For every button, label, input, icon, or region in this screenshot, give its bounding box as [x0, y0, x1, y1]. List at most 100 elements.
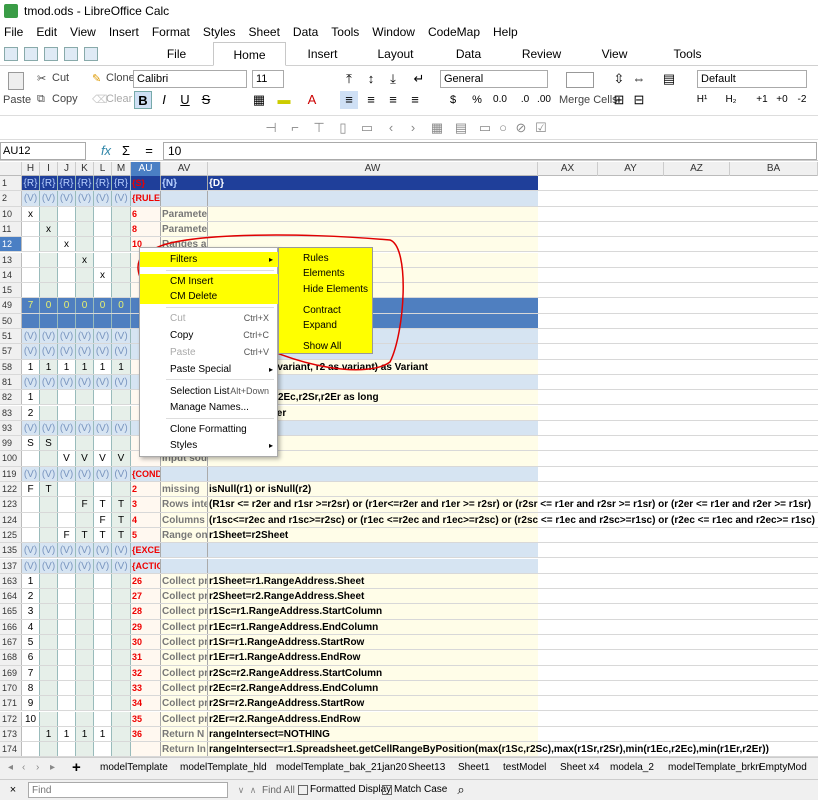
checkbox-icon[interactable]: ☑ [532, 119, 550, 137]
menu-window[interactable]: Window [372, 25, 415, 39]
open-icon[interactable] [24, 46, 38, 61]
row-height-icon[interactable]: ⇳ [610, 70, 628, 88]
paste-button[interactable]: Paste [3, 94, 31, 106]
chart-icon[interactable]: ▦ [428, 119, 446, 137]
bold-button[interactable]: B [134, 91, 152, 109]
align-center-icon[interactable]: ≡ [362, 91, 380, 109]
align-left-icon[interactable]: ≡ [340, 91, 358, 109]
number-format-box[interactable]: General [440, 70, 548, 88]
circle-icon[interactable]: ○ [494, 119, 512, 137]
menu-help[interactable]: Help [493, 25, 518, 39]
redo-icon[interactable] [84, 46, 98, 61]
name-box[interactable]: AU12 [0, 142, 86, 160]
first-sheet-icon[interactable]: ◂ [8, 762, 13, 773]
cut-button[interactable]: Cut [52, 72, 69, 84]
wrap-text-icon[interactable]: ↵ [410, 70, 428, 88]
sheet-tab[interactable]: modelTemplate [100, 762, 168, 773]
conditional-format-icon[interactable]: ▤ [660, 70, 678, 88]
textbox-icon[interactable]: ▯ [334, 119, 352, 137]
tab-view[interactable]: View [578, 42, 651, 66]
find-next-icon[interactable]: ∧ [244, 781, 262, 799]
menu-styles[interactable]: Styles [203, 25, 236, 39]
merge-cells-button[interactable]: Merge Cells [559, 94, 618, 106]
lock-icon[interactable]: ⊘ [512, 119, 530, 137]
menu-edit[interactable]: Edit [36, 25, 57, 39]
context-menu-filters[interactable]: Filters ▸ [140, 252, 279, 267]
align-right-icon[interactable]: ≡ [384, 91, 402, 109]
formula-icon[interactable]: = [140, 142, 158, 160]
submenu-rules[interactable]: Rules [303, 251, 329, 266]
find-all-button[interactable]: Find All [262, 785, 295, 796]
undo-icon[interactable] [64, 46, 78, 61]
delete-decimal-button[interactable]: -2 [790, 91, 814, 109]
paste-icon[interactable] [8, 72, 24, 90]
menu-tools[interactable]: Tools [331, 25, 359, 39]
del-decimal-icon[interactable]: .00 [535, 91, 553, 109]
italic-button[interactable]: I [155, 91, 173, 109]
col-width-icon[interactable]: ⇔ [630, 70, 648, 88]
sheet-tab[interactable]: Sheet x4 [560, 762, 599, 773]
submenu-contract[interactable]: Contract [303, 303, 341, 318]
close-find-icon[interactable]: × [4, 781, 22, 799]
menu-codemap[interactable]: CodeMap [428, 25, 480, 39]
menu-insert[interactable]: Insert [109, 25, 139, 39]
menu-file[interactable]: File [4, 25, 23, 39]
rect-icon[interactable]: ▭ [476, 119, 494, 137]
borders-icon[interactable]: ▦ [250, 91, 268, 109]
function-wizard-icon[interactable]: fx [97, 142, 115, 160]
font-name-box[interactable]: Calibri [133, 70, 247, 88]
font-color-icon[interactable]: A [303, 91, 321, 109]
save-icon[interactable] [44, 46, 58, 61]
align-top-icon[interactable]: ⤒ [340, 70, 358, 88]
decimal-button[interactable]: 0.0 [488, 91, 512, 109]
context-menu-copy[interactable]: Copy Ctrl+C [140, 328, 279, 343]
context-menu-cm-delete[interactable]: CM Delete [140, 289, 279, 304]
tab-file[interactable]: File [140, 42, 213, 66]
justify-icon[interactable]: ≡ [406, 91, 424, 109]
anchor-icon[interactable]: ⊤ [310, 119, 328, 137]
spreadsheet-grid[interactable]: H I J K L M AU AV AW AX AY AZ BA 1 {R} {R} {R} {R} {R} {R}… [0, 162, 818, 757]
context-menu-paste-special[interactable]: Paste Special ▸ [140, 362, 279, 377]
align-middle-icon[interactable]: ↕ [362, 70, 380, 88]
sheet-tab[interactable]: modela_2 [610, 762, 654, 773]
submenu-hide-elements[interactable]: Hide Elements [303, 282, 368, 297]
tab-data[interactable]: Data [432, 42, 505, 66]
menu-view[interactable]: View [70, 25, 96, 39]
find-replace-icon[interactable]: ⌕ [452, 781, 470, 799]
strikethrough-button[interactable]: S [197, 91, 215, 109]
image-icon[interactable]: ▭ [358, 119, 376, 137]
tab-tools[interactable]: Tools [651, 42, 724, 66]
submenu-elements[interactable]: Elements [303, 266, 345, 281]
delete-rows-icon[interactable]: ⊟ [630, 91, 648, 109]
tab-insert[interactable]: Insert [286, 42, 359, 66]
tab-review[interactable]: Review [505, 42, 578, 66]
highlight-icon[interactable]: ▬ [275, 91, 293, 109]
formula-input[interactable]: 10 [163, 142, 817, 160]
arrow-left-icon[interactable]: ‹ [382, 119, 400, 137]
sheet-tab[interactable]: modelTemplate_brkn [668, 762, 761, 773]
sheet-tab[interactable]: modelTemplate_bak_21jan20 [276, 762, 407, 773]
menu-sheet[interactable]: Sheet [249, 25, 280, 39]
table-icon[interactable]: ▤ [452, 119, 470, 137]
submenu-show-all[interactable]: Show All [303, 339, 341, 354]
context-menu-styles[interactable]: Styles ▸ [140, 438, 279, 453]
add-decimal-icon[interactable]: .0 [516, 91, 534, 109]
clear-button[interactable]: Clear [106, 93, 132, 105]
prev-sheet-icon[interactable]: ‹ [22, 762, 25, 773]
shapes-icon[interactable]: ⊣ [262, 119, 280, 137]
tab-home[interactable]: Home [213, 41, 286, 66]
context-menu-cut[interactable]: Cut Ctrl+X [140, 311, 279, 326]
arrow-right-icon[interactable]: › [404, 119, 422, 137]
context-menu-selection-list[interactable]: Selection List Alt+Down [140, 384, 279, 399]
match-case-checkbox[interactable] [382, 785, 392, 795]
copy-button[interactable]: Copy [52, 93, 78, 105]
align-bottom-icon[interactable]: ⤓ [384, 70, 402, 88]
superscript-button[interactable]: H¹ [690, 91, 714, 109]
subscript-button[interactable]: H₂ [719, 91, 743, 109]
last-sheet-icon[interactable]: ▸ [50, 762, 55, 773]
font-size-box[interactable]: 11 [252, 70, 284, 88]
clone-button[interactable]: Clone [106, 72, 135, 84]
find-input[interactable] [28, 782, 228, 798]
sheet-tab[interactable]: modelTemplate_hld [180, 762, 267, 773]
next-sheet-icon[interactable]: › [36, 762, 39, 773]
